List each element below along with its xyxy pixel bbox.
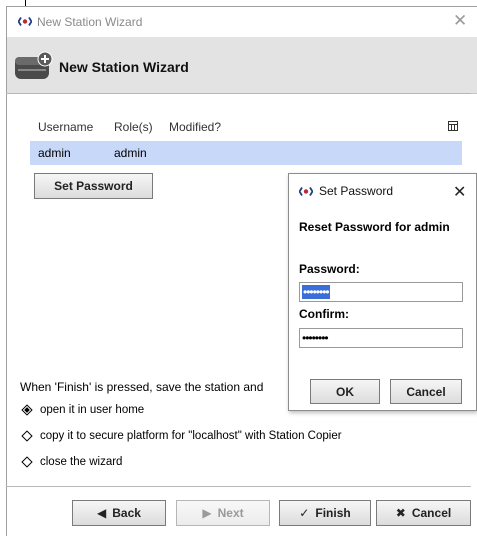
station-wizard-icon xyxy=(15,51,53,79)
cancel-button[interactable]: ✖ Cancel xyxy=(376,500,471,526)
close-icon[interactable]: ✕ xyxy=(453,11,467,31)
checkmark-icon: ✓ xyxy=(299,506,310,520)
back-button[interactable]: ◀ Back xyxy=(72,500,166,526)
table-row[interactable]: admin admin xyxy=(30,141,462,165)
divider xyxy=(6,93,471,94)
back-arrow-icon: ◀ xyxy=(97,506,107,520)
wizard-header: New Station Wizard xyxy=(7,37,477,94)
radio-selected-icon xyxy=(20,403,34,417)
user-table: Username Role(s) Modified? admin admin xyxy=(30,113,462,165)
dialog-title: Set Password xyxy=(319,184,394,198)
finish-instructions: When 'Finish' is pressed, save the stati… xyxy=(20,380,264,394)
option-label: close the wizard xyxy=(40,456,123,468)
option-label: open it in user home xyxy=(40,404,145,416)
option-close-wizard[interactable]: close the wizard xyxy=(20,455,122,469)
next-label: Next xyxy=(217,506,244,520)
cell-username: admin xyxy=(38,146,71,160)
title-bar: New Station Wizard ✕ xyxy=(7,7,477,37)
set-password-dialog: Set Password ✕ Reset Password for admin … xyxy=(288,173,477,411)
window-title: New Station Wizard xyxy=(37,15,143,29)
table-header: Username Role(s) Modified? xyxy=(30,113,462,141)
ok-button[interactable]: OK xyxy=(310,379,380,404)
radio-unselected-icon xyxy=(20,455,34,469)
back-label: Back xyxy=(112,506,141,520)
divider xyxy=(6,486,471,487)
dialog-cancel-button[interactable]: Cancel xyxy=(390,379,462,404)
cancel-label: Cancel xyxy=(411,506,452,520)
table-options-icon[interactable] xyxy=(448,120,462,134)
column-roles[interactable]: Role(s) xyxy=(111,120,166,134)
password-value: •••••••• xyxy=(302,285,330,299)
next-arrow-icon: ▶ xyxy=(202,506,212,520)
password-label: Password: xyxy=(299,262,360,276)
column-username[interactable]: Username xyxy=(30,120,111,134)
option-copy-to-platform[interactable]: copy it to secure platform for "localhos… xyxy=(20,429,342,443)
header-title: New Station Wizard xyxy=(59,59,189,75)
finish-button[interactable]: ✓ Finish xyxy=(279,500,371,526)
confirm-value: •••••••• xyxy=(302,331,329,345)
cancel-x-icon: ✖ xyxy=(395,506,406,520)
set-password-button[interactable]: Set Password xyxy=(34,173,153,199)
option-open-in-user-home[interactable]: open it in user home xyxy=(20,403,144,417)
niagara-logo-icon xyxy=(18,17,32,26)
close-icon[interactable]: ✕ xyxy=(453,182,466,202)
confirm-field[interactable]: •••••••• xyxy=(299,328,463,348)
column-modified[interactable]: Modified? xyxy=(166,120,448,134)
cell-roles: admin xyxy=(114,146,147,160)
dialog-heading: Reset Password for admin xyxy=(299,220,450,234)
radio-unselected-icon xyxy=(20,429,34,443)
option-label: copy it to secure platform for "localhos… xyxy=(40,430,342,442)
next-button[interactable]: ▶ Next xyxy=(176,500,270,526)
confirm-label: Confirm: xyxy=(299,307,349,321)
niagara-logo-icon xyxy=(299,186,313,196)
finish-label: Finish xyxy=(315,506,351,520)
dialog-title-bar: Set Password xyxy=(299,184,393,198)
password-field[interactable]: •••••••• xyxy=(299,282,463,302)
